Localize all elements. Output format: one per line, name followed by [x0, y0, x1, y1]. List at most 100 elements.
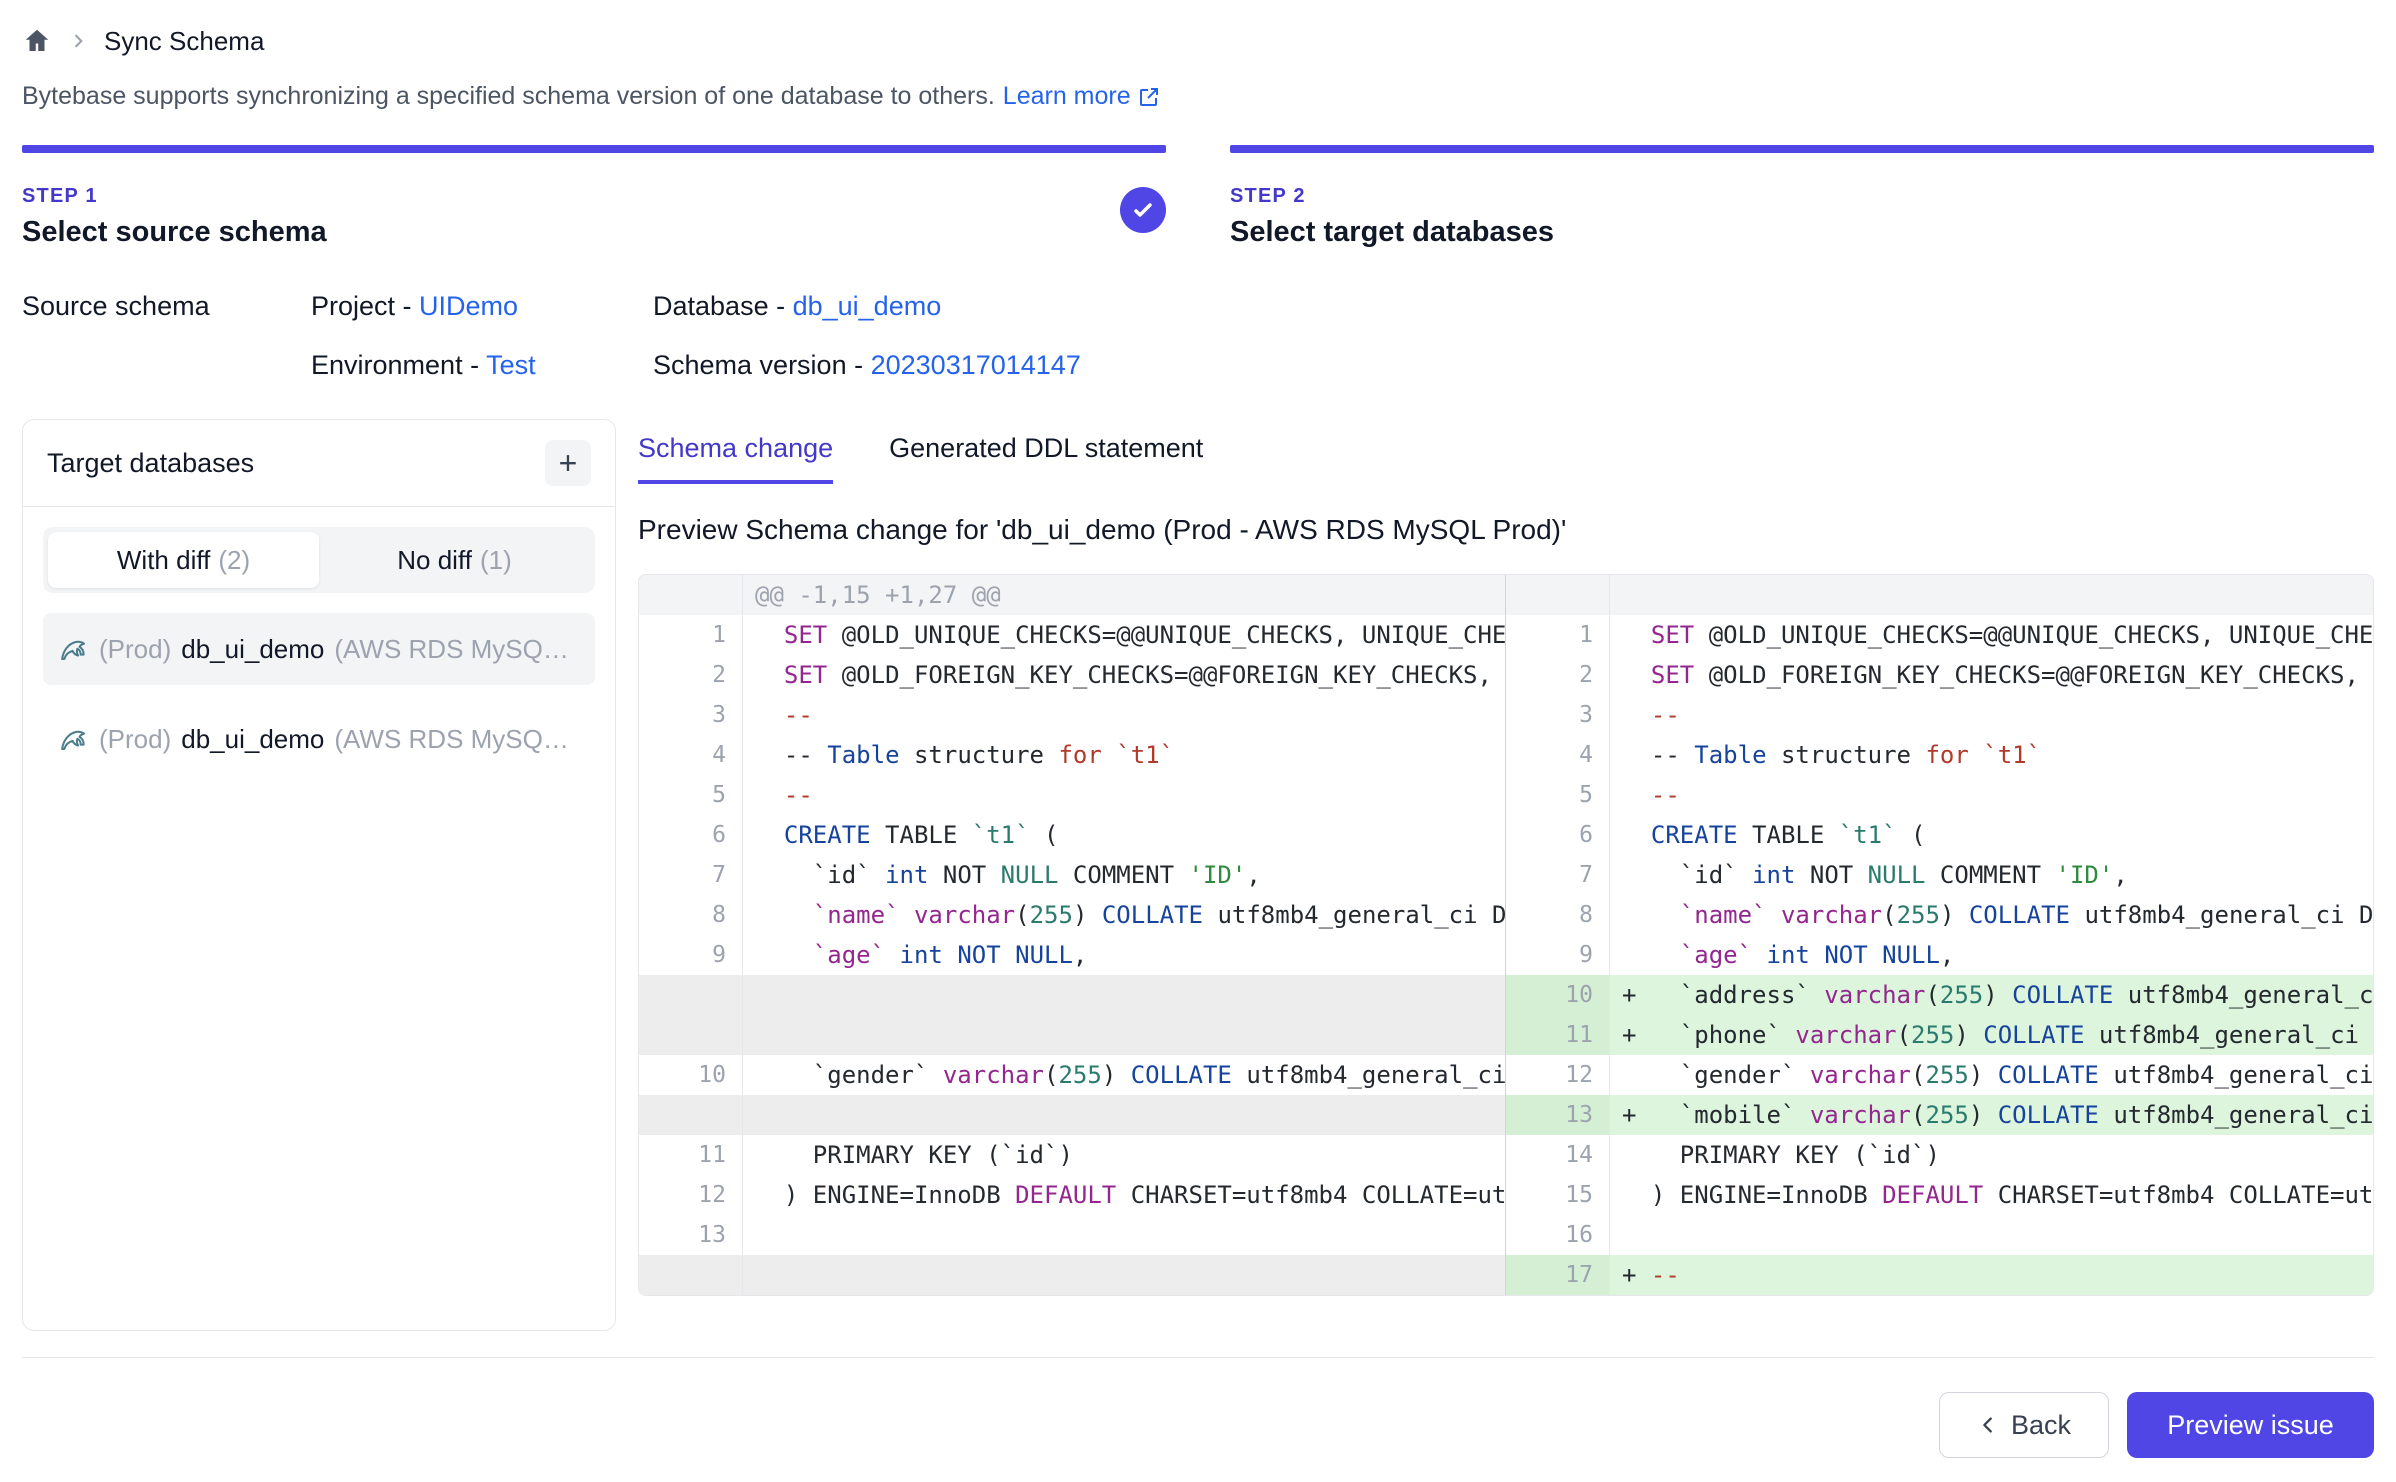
diff-row: 3 --	[1506, 695, 2373, 735]
diff-row: 3 --	[639, 695, 1505, 735]
code-line: `gender` varchar(255) COLLATE utf8mb4_ge…	[1610, 1055, 2373, 1095]
line-number: 8	[1506, 895, 1610, 935]
code-line: CREATE TABLE `t1` (	[743, 815, 1505, 855]
step-1-title: Select source schema	[22, 216, 1166, 249]
back-button[interactable]: Back	[1939, 1392, 2109, 1458]
page-description: Bytebase supports synchronizing a specif…	[22, 82, 2374, 111]
diff-row: 10 `gender` varchar(255) COLLATE utf8mb4…	[639, 1055, 1505, 1095]
diff-row: 5 --	[1506, 775, 2373, 815]
code-line: + `mobile` varchar(255) COLLATE utf8mb4_…	[1610, 1095, 2373, 1135]
line-number	[639, 1255, 743, 1295]
tab-generated-ddl[interactable]: Generated DDL statement	[889, 433, 1203, 484]
field-schema-version: Schema version - 20230317014147	[653, 350, 2374, 381]
footer-actions: Back Preview issue	[22, 1392, 2374, 1482]
line-number: 4	[1506, 735, 1610, 775]
step-2: STEP 2 Select target databases	[1230, 145, 2374, 249]
diff-row: @@ -1,15 +1,27 @@	[639, 575, 1505, 615]
line-number: 6	[639, 815, 743, 855]
code-line: SET @OLD_FOREIGN_KEY_CHECKS=@@FOREIGN_KE…	[1610, 655, 2373, 695]
source-schema-label: Source schema	[22, 291, 311, 322]
environment-link[interactable]: Test	[486, 350, 536, 380]
code-line	[743, 1255, 1505, 1295]
diff-row: 15 ) ENGINE=InnoDB DEFAULT CHARSET=utf8m…	[1506, 1175, 2373, 1215]
breadcrumb-chevron-icon	[68, 31, 88, 51]
breadcrumb-title: Sync Schema	[104, 26, 264, 57]
project-link[interactable]: UIDemo	[419, 291, 518, 321]
diff-row: 10+ `address` varchar(255) COLLATE utf8m…	[1506, 975, 2373, 1015]
diff-row: 7 `id` int NOT NULL COMMENT 'ID',	[639, 855, 1505, 895]
line-number: 10	[639, 1055, 743, 1095]
field-environment: Environment - Test	[311, 350, 653, 381]
external-link-icon	[1137, 85, 1161, 109]
target-db-item[interactable]: (Prod)db_ui_demo(AWS RDS MySQL Prod)	[43, 703, 595, 775]
line-number: 13	[1506, 1095, 1610, 1135]
step-2-progress-bar	[1230, 145, 2374, 153]
diff-row: 12 ) ENGINE=InnoDB DEFAULT CHARSET=utf8m…	[639, 1175, 1505, 1215]
code-line: SET @OLD_FOREIGN_KEY_CHECKS=@@FOREIGN_KE…	[743, 655, 1505, 695]
code-line: + `phone` varchar(255) COLLATE utf8mb4_g…	[1610, 1015, 2373, 1055]
target-databases-title: Target databases	[47, 448, 254, 479]
diff-row: 14 PRIMARY KEY (`id`)	[1506, 1135, 2373, 1175]
diff-row: 9 `age` int NOT NULL,	[639, 935, 1505, 975]
line-number: 1	[639, 615, 743, 655]
tab-with-diff[interactable]: With diff (2)	[48, 532, 319, 588]
sync-schema-page: Sync Schema Bytebase supports synchroniz…	[0, 0, 2396, 1480]
code-line: --	[743, 695, 1505, 735]
line-number	[639, 1095, 743, 1135]
panel-divider	[23, 506, 615, 507]
field-project: Project - UIDemo	[311, 291, 653, 322]
no-diff-count: (1)	[480, 545, 512, 576]
code-line: PRIMARY KEY (`id`)	[743, 1135, 1505, 1175]
line-number: 5	[1506, 775, 1610, 815]
diff-row: 16	[1506, 1215, 2373, 1255]
code-line: SET @OLD_UNIQUE_CHECKS=@@UNIQUE_CHECKS, …	[1610, 615, 2373, 655]
line-number: 7	[1506, 855, 1610, 895]
schema-version-link[interactable]: 20230317014147	[871, 350, 1081, 380]
diff-row	[639, 1015, 1505, 1055]
diff-row: 4 -- Table structure for `t1`	[639, 735, 1505, 775]
step-1: STEP 1 Select source schema	[22, 145, 1166, 249]
preview-issue-button[interactable]: Preview issue	[2127, 1392, 2374, 1458]
diff-row: 6 CREATE TABLE `t1` (	[1506, 815, 2373, 855]
line-number: 16	[1506, 1215, 1610, 1255]
line-number: 12	[1506, 1055, 1610, 1095]
diff-row: 2 SET @OLD_FOREIGN_KEY_CHECKS=@@FOREIGN_…	[639, 655, 1505, 695]
db-instance: (AWS RDS MySQL Prod)	[334, 724, 579, 755]
code-line: -- Table structure for `t1`	[1610, 735, 2373, 775]
home-icon[interactable]	[22, 26, 52, 56]
database-link[interactable]: db_ui_demo	[793, 291, 942, 321]
main-content: Target databases + With diff (2) No diff…	[22, 419, 2374, 1331]
line-number: 5	[639, 775, 743, 815]
code-line: `age` int NOT NULL,	[743, 935, 1505, 975]
step-1-progress-bar	[22, 145, 1166, 153]
diff-row: 1 SET @OLD_UNIQUE_CHECKS=@@UNIQUE_CHECKS…	[1506, 615, 2373, 655]
target-db-list: (Prod)db_ui_demo(AWS RDS MySQL Prod)(Pro…	[43, 613, 595, 775]
diff-row: 6 CREATE TABLE `t1` (	[639, 815, 1505, 855]
line-number: 3	[1506, 695, 1610, 735]
diff-row: 1 SET @OLD_UNIQUE_CHECKS=@@UNIQUE_CHECKS…	[639, 615, 1505, 655]
line-number: 2	[639, 655, 743, 695]
code-line: -- Table structure for `t1`	[743, 735, 1505, 775]
code-line	[743, 1015, 1505, 1055]
line-number: 7	[639, 855, 743, 895]
diff-row: 17+ --	[1506, 1255, 2373, 1295]
tab-schema-change[interactable]: Schema change	[638, 433, 833, 484]
learn-more-link[interactable]: Learn more	[1003, 82, 1161, 111]
code-line	[743, 1215, 1505, 1255]
add-target-database-button[interactable]: +	[545, 440, 591, 486]
line-number	[639, 1015, 743, 1055]
db-instance: (AWS RDS MySQL Prod)	[334, 634, 579, 665]
diff-row: 8 `name` varchar(255) COLLATE utf8mb4_ge…	[639, 895, 1505, 935]
diff-viewer: @@ -1,15 +1,27 @@1 SET @OLD_UNIQUE_CHECK…	[638, 574, 2374, 1296]
db-name: db_ui_demo	[181, 724, 324, 755]
target-db-item[interactable]: (Prod)db_ui_demo(AWS RDS MySQL Prod)	[43, 613, 595, 685]
chevron-left-icon	[1977, 1414, 1999, 1436]
line-number: 11	[639, 1135, 743, 1175]
tab-no-diff[interactable]: No diff (1)	[319, 532, 590, 588]
plus-icon: +	[559, 447, 578, 479]
code-line	[743, 975, 1505, 1015]
code-line: --	[1610, 695, 2373, 735]
step-2-title: Select target databases	[1230, 216, 2374, 249]
code-line: `id` int NOT NULL COMMENT 'ID',	[1610, 855, 2373, 895]
line-number: 4	[639, 735, 743, 775]
